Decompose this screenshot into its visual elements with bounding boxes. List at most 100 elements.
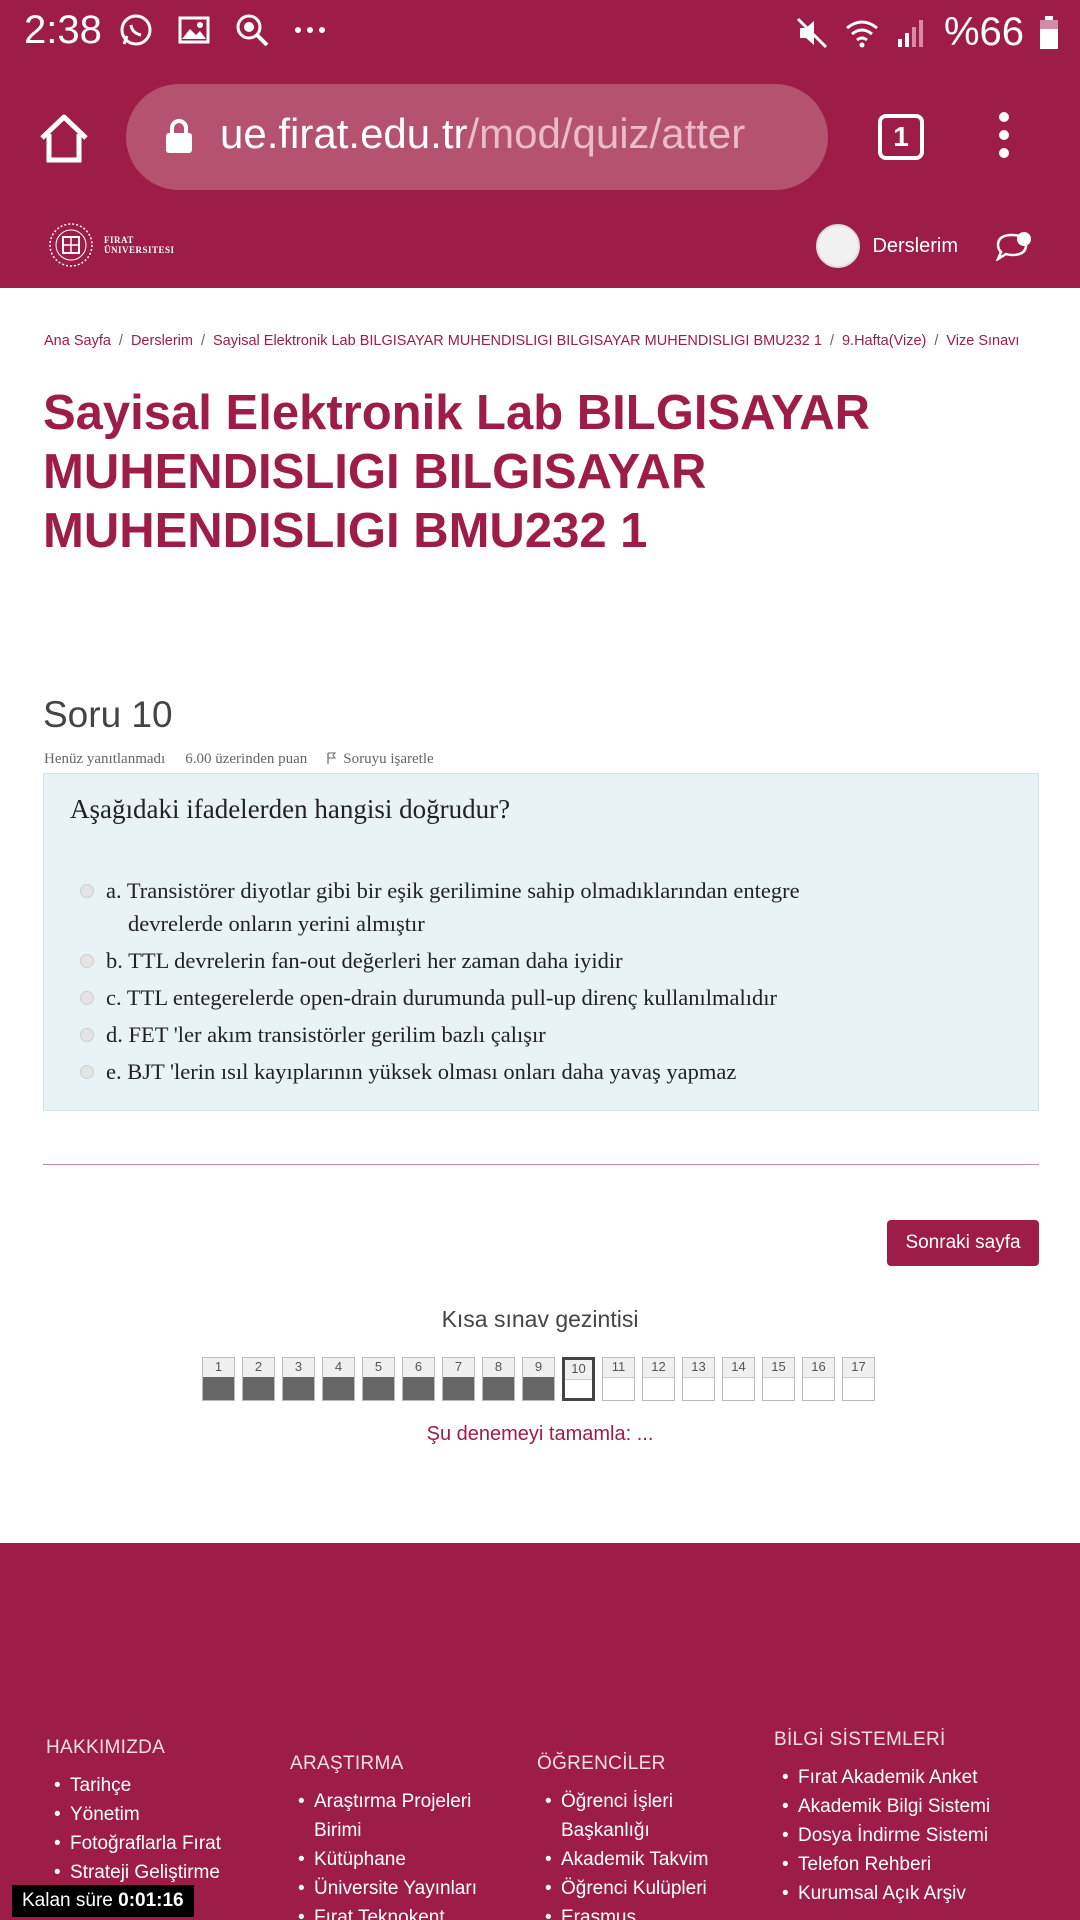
user-menu-label[interactable]: Derslerim [872, 235, 958, 258]
time-remaining: Kalan süre 0:01:16 [12, 1885, 194, 1917]
footer-heading: HAKKIMIZDA [46, 1737, 166, 1758]
quiz-nav-number: 11 [603, 1358, 634, 1378]
breadcrumb: Ana Sayfa / Derslerim / Sayisal Elektronik L… [44, 333, 1020, 349]
radio-button[interactable] [80, 991, 94, 1005]
quiz-nav-button-4[interactable]: 4 [322, 1357, 355, 1401]
flag-question-link[interactable]: Soruyu işaretle [327, 751, 434, 768]
question-status: Henüz yanıtlanmadı [44, 751, 166, 767]
quiz-nav-button-7[interactable]: 7 [442, 1357, 475, 1401]
messages-icon[interactable] [994, 231, 1034, 261]
answer-text: b. TTL devrelerin fan-out değerleri her … [106, 948, 623, 973]
url-domain: ue.firat.edu.tr [220, 110, 468, 157]
footer-column-students: ÖĞRENCİLER Öğrenci İşleriBaşkanlığıAkade… [537, 1753, 708, 1920]
quiz-nav-number: 4 [323, 1358, 354, 1378]
timer-value: 0:01:16 [118, 1890, 184, 1911]
next-page-button[interactable]: Sonraki sayfa [887, 1220, 1039, 1266]
footer-link[interactable]: Strateji Geliştirme [46, 1858, 221, 1887]
breadcrumb-item-week[interactable]: 9.Hafta(Vize) [842, 333, 926, 349]
footer: HAKKIMIZDA TarihçeYönetimFotoğraflarla F… [0, 1543, 1080, 1920]
footer-link[interactable]: Erasmus [537, 1903, 708, 1920]
footer-heading: BİLGİ SİSTEMLERİ [774, 1729, 946, 1750]
home-icon[interactable] [36, 110, 92, 166]
browser-menu-icon[interactable] [994, 112, 1014, 162]
footer-heading: ÖĞRENCİLER [537, 1753, 666, 1774]
radio-button[interactable] [80, 1028, 94, 1042]
answer-option-e[interactable]: e. BJT 'lerin ısıl kayıplarının yüksek o… [80, 1055, 1010, 1088]
quiz-nav-number: 9 [523, 1358, 554, 1378]
footer-link[interactable]: Öğrenci Kulüpleri [537, 1874, 708, 1903]
quiz-nav-button-11[interactable]: 11 [602, 1357, 635, 1401]
quiz-nav-button-17[interactable]: 17 [842, 1357, 875, 1401]
footer-link[interactable]: Kütüphane [290, 1845, 477, 1874]
footer-link[interactable]: Dosya İndirme Sistemi [774, 1821, 990, 1850]
address-bar[interactable]: ue.firat.edu.tr/mod/quiz/atter [126, 84, 828, 190]
footer-links: Öğrenci İşleriBaşkanlığıAkademik TakvimÖ… [537, 1787, 708, 1920]
quiz-nav-button-10[interactable]: 10 [562, 1357, 595, 1401]
quiz-nav-button-15[interactable]: 15 [762, 1357, 795, 1401]
question-number: Soru 10 [43, 694, 173, 735]
footer-heading: ARAŞTIRMA [290, 1753, 404, 1774]
quiz-nav-button-6[interactable]: 6 [402, 1357, 435, 1401]
footer-link[interactable]: Araştırma ProjeleriBirimi [290, 1787, 477, 1845]
tab-switcher-button[interactable]: 1 [878, 114, 924, 160]
quiz-nav-button-8[interactable]: 8 [482, 1357, 515, 1401]
footer-link[interactable]: Akademik Takvim [537, 1845, 708, 1874]
answer-list: a. Transistörer diyotlar gibi bir eşik g… [80, 874, 1010, 1092]
breadcrumb-item-exam[interactable]: Vize Sınavı [946, 333, 1019, 349]
answer-option-b[interactable]: b. TTL devrelerin fan-out değerleri her … [80, 944, 1010, 977]
wifi-icon [846, 20, 878, 47]
browser-toolbar: ue.firat.edu.tr/mod/quiz/atter 1 [0, 66, 1080, 208]
quiz-nav-button-1[interactable]: 1 [202, 1357, 235, 1401]
footer-link[interactable]: Telefon Rehberi [774, 1850, 990, 1879]
radio-button[interactable] [80, 884, 94, 898]
quiz-nav-number: 8 [483, 1358, 514, 1378]
quiz-nav-number: 16 [803, 1358, 834, 1378]
quiz-nav-number: 13 [683, 1358, 714, 1378]
quiz-nav-button-9[interactable]: 9 [522, 1357, 555, 1401]
divider [43, 1164, 1039, 1165]
footer-link[interactable]: Tarihçe [46, 1771, 221, 1800]
quiz-nav-button-5[interactable]: 5 [362, 1357, 395, 1401]
breadcrumb-item-course[interactable]: Sayisal Elektronik Lab BILGISAYAR MUHEND… [213, 333, 822, 349]
quiz-nav-number: 14 [723, 1358, 754, 1378]
footer-link[interactable]: Kurumsal Açık Arşiv [774, 1879, 990, 1908]
avatar[interactable] [816, 224, 861, 268]
quiz-nav-button-14[interactable]: 14 [722, 1357, 755, 1401]
logo-line-2: ÜNIVERSITESI [104, 245, 175, 255]
battery-icon [1040, 15, 1058, 49]
footer-link[interactable]: Fotoğraflarla Fırat [46, 1829, 221, 1858]
quiz-navigation-grid: 1 2 3 4 5 6 7 8 9 10 11 12 13 14 15 16 17 [202, 1357, 875, 1401]
quiz-nav-button-3[interactable]: 3 [282, 1357, 315, 1401]
radio-button[interactable] [80, 954, 94, 968]
answer-option-d[interactable]: d. FET 'ler akım transistörler gerilim b… [80, 1018, 1010, 1051]
university-seal-icon [49, 223, 93, 267]
breadcrumb-item-courses[interactable]: Derslerim [131, 333, 193, 349]
footer-column-research: ARAŞTIRMA Araştırma ProjeleriBirimiKütüp… [290, 1753, 477, 1920]
footer-link[interactable]: Akademik Bilgi Sistemi [774, 1792, 990, 1821]
footer-link[interactable]: Fırat Teknokent [290, 1903, 477, 1920]
answered-indicator [403, 1377, 434, 1400]
more-icon [295, 27, 325, 33]
quiz-nav-button-13[interactable]: 13 [682, 1357, 715, 1401]
quiz-nav-number: 10 [565, 1360, 592, 1380]
breadcrumb-item-home[interactable]: Ana Sayfa [44, 333, 111, 349]
university-logo[interactable]: FIRAT ÜNIVERSITESI [48, 222, 175, 268]
quiz-nav-number: 2 [243, 1358, 274, 1378]
answered-indicator [243, 1377, 274, 1400]
quiz-nav-button-12[interactable]: 12 [642, 1357, 675, 1401]
answer-option-a[interactable]: a. Transistörer diyotlar gibi bir eşik g… [80, 874, 1010, 940]
footer-link[interactable]: Yönetim [46, 1800, 221, 1829]
footer-link[interactable]: Öğrenci İşleriBaşkanlığı [537, 1787, 708, 1845]
footer-link[interactable]: Üniversite Yayınları [290, 1874, 477, 1903]
footer-link-continued: Başkanlığı [561, 1820, 650, 1841]
radio-button[interactable] [80, 1065, 94, 1079]
status-bar: 2:38 %66 [0, 0, 1080, 66]
answer-option-c[interactable]: c. TTL entegerelerde open-drain durumund… [80, 981, 1010, 1014]
answered-indicator [483, 1377, 514, 1400]
quiz-nav-button-16[interactable]: 16 [802, 1357, 835, 1401]
signal-icon [897, 19, 923, 47]
quiz-nav-button-2[interactable]: 2 [242, 1357, 275, 1401]
answered-indicator [323, 1377, 354, 1400]
footer-link[interactable]: Fırat Akademik Anket [774, 1763, 990, 1792]
finish-attempt-link[interactable]: Şu denemeyi tamamla: ... [0, 1423, 1080, 1446]
